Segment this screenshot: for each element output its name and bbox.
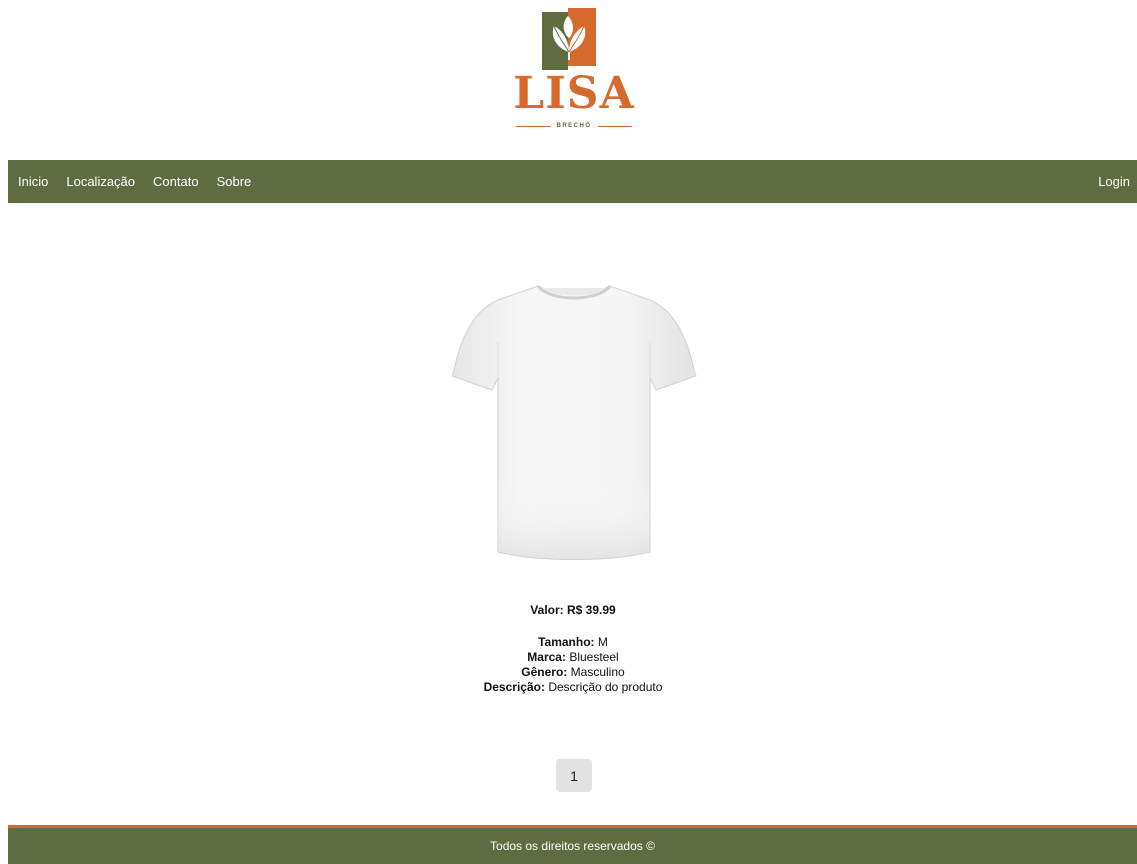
product-size: Tamanho: M [368, 635, 778, 650]
size-value: M [597, 635, 608, 649]
footer-text: Todos os direitos reservados © [490, 839, 655, 853]
brand-tagline: BRECHÓ [556, 123, 592, 129]
nav-item-contato[interactable]: Contato [144, 174, 208, 189]
nav-links: Inicio Localização Contato Sobre [8, 174, 260, 189]
description-label: Descrição: [483, 680, 545, 694]
divider [597, 125, 633, 127]
gender-value: Masculino [570, 665, 625, 679]
nav-item-localizacao[interactable]: Localização [57, 174, 144, 189]
description-value: Descrição do produto [548, 680, 663, 694]
pagination-page-button[interactable]: 1 [556, 759, 592, 792]
price-value: R$ 39.99 [567, 603, 616, 617]
nav-item-sobre[interactable]: Sobre [208, 174, 261, 189]
brand-tagline-row: BRECHÓ [516, 120, 633, 132]
nav-item-inicio[interactable]: Inicio [18, 174, 57, 189]
top-navbar: Inicio Localização Contato Sobre Login [8, 160, 1137, 203]
product-info: Valor: R$ 39.99 Tamanho: M Marca: Bluest… [368, 603, 778, 695]
white-tshirt-image[interactable] [450, 282, 698, 562]
product-brand: Marca: Bluesteel [368, 650, 778, 665]
login-link[interactable]: Login [1098, 174, 1137, 189]
size-label: Tamanho: [538, 635, 595, 649]
divider [516, 125, 551, 127]
footer: Todos os direitos reservados © [8, 825, 1137, 864]
product-gender: Gênero: Masculino [368, 665, 778, 680]
brand-logo[interactable]: LISA BRECHÓ [512, 6, 636, 132]
leaf-logo-icon [542, 8, 596, 70]
gender-label: Gênero: [521, 665, 568, 679]
brand-value: Bluesteel [569, 650, 619, 664]
brand-name: LISA [513, 68, 635, 119]
price-label: Valor: [530, 603, 564, 617]
product-price: Valor: R$ 39.99 [368, 603, 778, 618]
product-description: Descrição: Descrição do produto [368, 680, 778, 695]
page: LISA BRECHÓ Inicio Localização Contato S… [0, 0, 1137, 864]
brand-label: Marca: [527, 650, 566, 664]
